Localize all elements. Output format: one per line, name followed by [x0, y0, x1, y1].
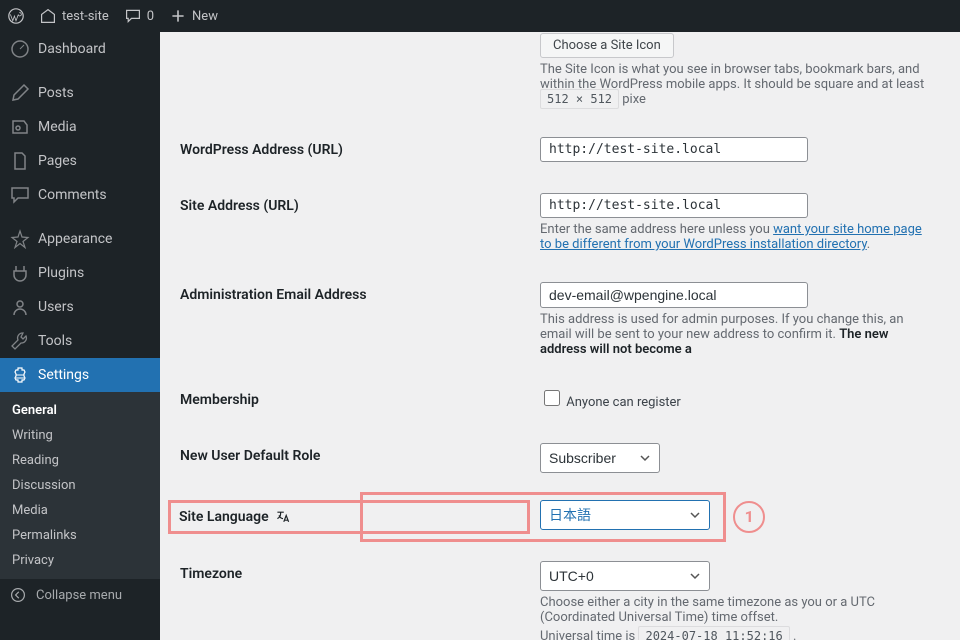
submenu-discussion[interactable]: Discussion	[0, 473, 160, 498]
site-url-label: Site Address (URL)	[180, 178, 530, 267]
submenu-media[interactable]: Media	[0, 498, 160, 523]
menu-users[interactable]: Users	[0, 290, 160, 324]
annotation-marker: 1	[733, 501, 765, 533]
menu-appearance[interactable]: Appearance	[0, 222, 160, 256]
annotation-highlight: Site Language	[168, 500, 530, 534]
site-icon-description: The Site Icon is what you see in browser…	[540, 62, 930, 107]
site-url-description: Enter the same address here unless you w…	[540, 222, 930, 252]
menu-posts[interactable]: Posts	[0, 76, 160, 110]
choose-site-icon-button[interactable]: Choose a Site Icon	[540, 33, 674, 58]
admin-email-label: Administration Email Address	[180, 267, 530, 372]
translate-icon	[275, 509, 291, 525]
comments-link[interactable]: 0	[117, 0, 162, 32]
membership-checkbox[interactable]	[544, 390, 560, 406]
site-language-select[interactable]: 日本語	[540, 500, 710, 530]
collapse-menu[interactable]: Collapse menu	[0, 579, 160, 611]
submenu-general[interactable]: General	[0, 398, 160, 423]
admin-email-input[interactable]	[540, 282, 808, 308]
site-language-label: Site Language	[179, 509, 269, 525]
submenu-writing[interactable]: Writing	[0, 423, 160, 448]
admin-bar: test-site 0 New	[0, 0, 960, 32]
menu-dashboard[interactable]: Dashboard	[0, 32, 160, 66]
menu-settings[interactable]: Settings	[0, 358, 160, 392]
timezone-select[interactable]: UTC+0	[540, 561, 710, 591]
menu-media[interactable]: Media	[0, 110, 160, 144]
menu-pages[interactable]: Pages	[0, 144, 160, 178]
wp-logo[interactable]	[0, 0, 32, 32]
default-role-select[interactable]: Subscriber	[540, 443, 660, 473]
admin-sidebar: Dashboard Posts Media Pages Comments App…	[0, 32, 160, 640]
site-link[interactable]: test-site	[32, 0, 117, 32]
default-role-label: New User Default Role	[180, 428, 530, 488]
site-icon-size-code: 512 × 512	[540, 89, 619, 109]
membership-label: Membership	[180, 372, 530, 428]
menu-tools[interactable]: Tools	[0, 324, 160, 358]
timezone-description: Choose either a city in the same timezon…	[540, 595, 930, 625]
timezone-label: Timezone	[180, 546, 530, 640]
submenu-permalinks[interactable]: Permalinks	[0, 523, 160, 548]
membership-checkbox-label[interactable]: Anyone can register	[540, 395, 681, 410]
wp-url-input[interactable]	[540, 137, 808, 162]
menu-plugins[interactable]: Plugins	[0, 256, 160, 290]
timezone-utc: Universal time is 2024-07-18 11:52:16 .	[540, 629, 930, 640]
admin-email-description: This address is used for admin purposes.…	[540, 312, 930, 357]
site-url-input[interactable]	[540, 193, 808, 218]
submenu-privacy[interactable]: Privacy	[0, 548, 160, 573]
submenu-reading[interactable]: Reading	[0, 448, 160, 473]
new-link[interactable]: New	[162, 0, 226, 32]
menu-comments[interactable]: Comments	[0, 178, 160, 212]
timezone-utc-code: 2024-07-18 11:52:16	[638, 626, 789, 640]
content-area: Choose a Site Icon The Site Icon is what…	[160, 32, 960, 640]
settings-submenu: General Writing Reading Discussion Media…	[0, 392, 160, 579]
wp-url-label: WordPress Address (URL)	[180, 122, 530, 178]
